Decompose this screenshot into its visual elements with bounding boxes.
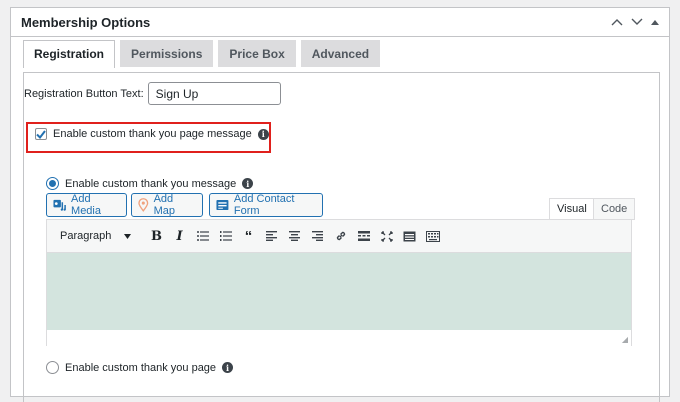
editor-content-area[interactable] [47,253,631,330]
italic-icon[interactable]: I [168,225,191,248]
read-more-icon[interactable] [352,225,375,248]
blockquote-icon[interactable]: “ [237,225,260,248]
radio-custom-message[interactable] [46,177,59,190]
add-media-label: Add Media [71,193,101,217]
keyboard-icon[interactable] [421,225,444,248]
numbered-list-icon[interactable] [214,225,237,248]
info-icon[interactable]: i [257,128,269,140]
info-icon[interactable]: i [222,362,234,373]
media-icon [53,199,66,211]
tab-permissions[interactable]: Permissions [120,40,214,67]
enable-message-checkbox[interactable] [35,128,47,140]
panel-controls [611,18,659,26]
align-center-icon[interactable] [283,225,306,248]
registration-button-text-label: Registration Button Text: [24,87,144,100]
toolbar-toggle-icon[interactable] [398,225,421,248]
tab-advanced[interactable]: Advanced [300,40,381,67]
link-icon[interactable] [329,225,352,248]
map-pin-icon [138,198,149,212]
add-contact-form-label: Add Contact Form [233,193,295,217]
radio-custom-page[interactable] [46,361,59,374]
format-select[interactable]: Paragraph [55,230,135,242]
tab-registration[interactable]: Registration [23,40,116,68]
enable-message-checkbox-label: Enable custom thank you page message [53,128,252,140]
info-icon[interactable]: i [242,178,254,189]
add-map-button[interactable]: Add Map [131,193,203,217]
align-right-icon[interactable] [306,225,329,248]
registration-button-text-row: Registration Button Text: [24,82,281,105]
panel-title: Membership Options [21,14,151,30]
tab-price-box[interactable]: Price Box [218,40,296,67]
fullscreen-icon[interactable] [375,225,398,248]
add-media-button[interactable]: Add Media [46,193,127,217]
editor-toolbar: Paragraph B I “ [47,220,631,253]
bold-icon[interactable]: B [145,225,168,248]
rich-text-editor: Paragraph B I “ ◢ [46,219,632,346]
toggle-arrow-icon[interactable] [651,19,659,25]
enable-message-checkbox-row: Enable custom thank you page message i [35,128,269,140]
caret-down-icon [124,233,131,239]
editor-statusbar: ◢ [47,330,631,346]
chevron-down-icon[interactable] [631,18,643,26]
chevron-up-icon[interactable] [611,18,623,26]
tab-bar: Registration Permissions Price Box Advan… [23,40,381,68]
checkmark-icon [36,129,46,139]
add-map-label: Add Map [153,193,175,217]
add-contact-form-button[interactable]: Add Contact Form [209,193,323,217]
bullet-list-icon[interactable] [191,225,214,248]
editor-tab-code[interactable]: Code [593,198,636,220]
editor-tab-visual[interactable]: Visual [549,198,595,220]
resize-handle-icon[interactable]: ◢ [622,335,628,344]
radio-message-row: Enable custom thank you message i [46,177,254,190]
radio-message-label: Enable custom thank you message [65,177,237,190]
registration-button-text-input[interactable] [147,82,281,105]
form-icon [216,199,229,211]
radio-page-label: Enable custom thank you page [65,361,217,374]
radio-page-row: Enable custom thank you page i [46,361,234,374]
panel-header: Membership Options [11,8,669,37]
format-select-value: Paragraph [60,230,112,242]
align-left-icon[interactable] [260,225,283,248]
